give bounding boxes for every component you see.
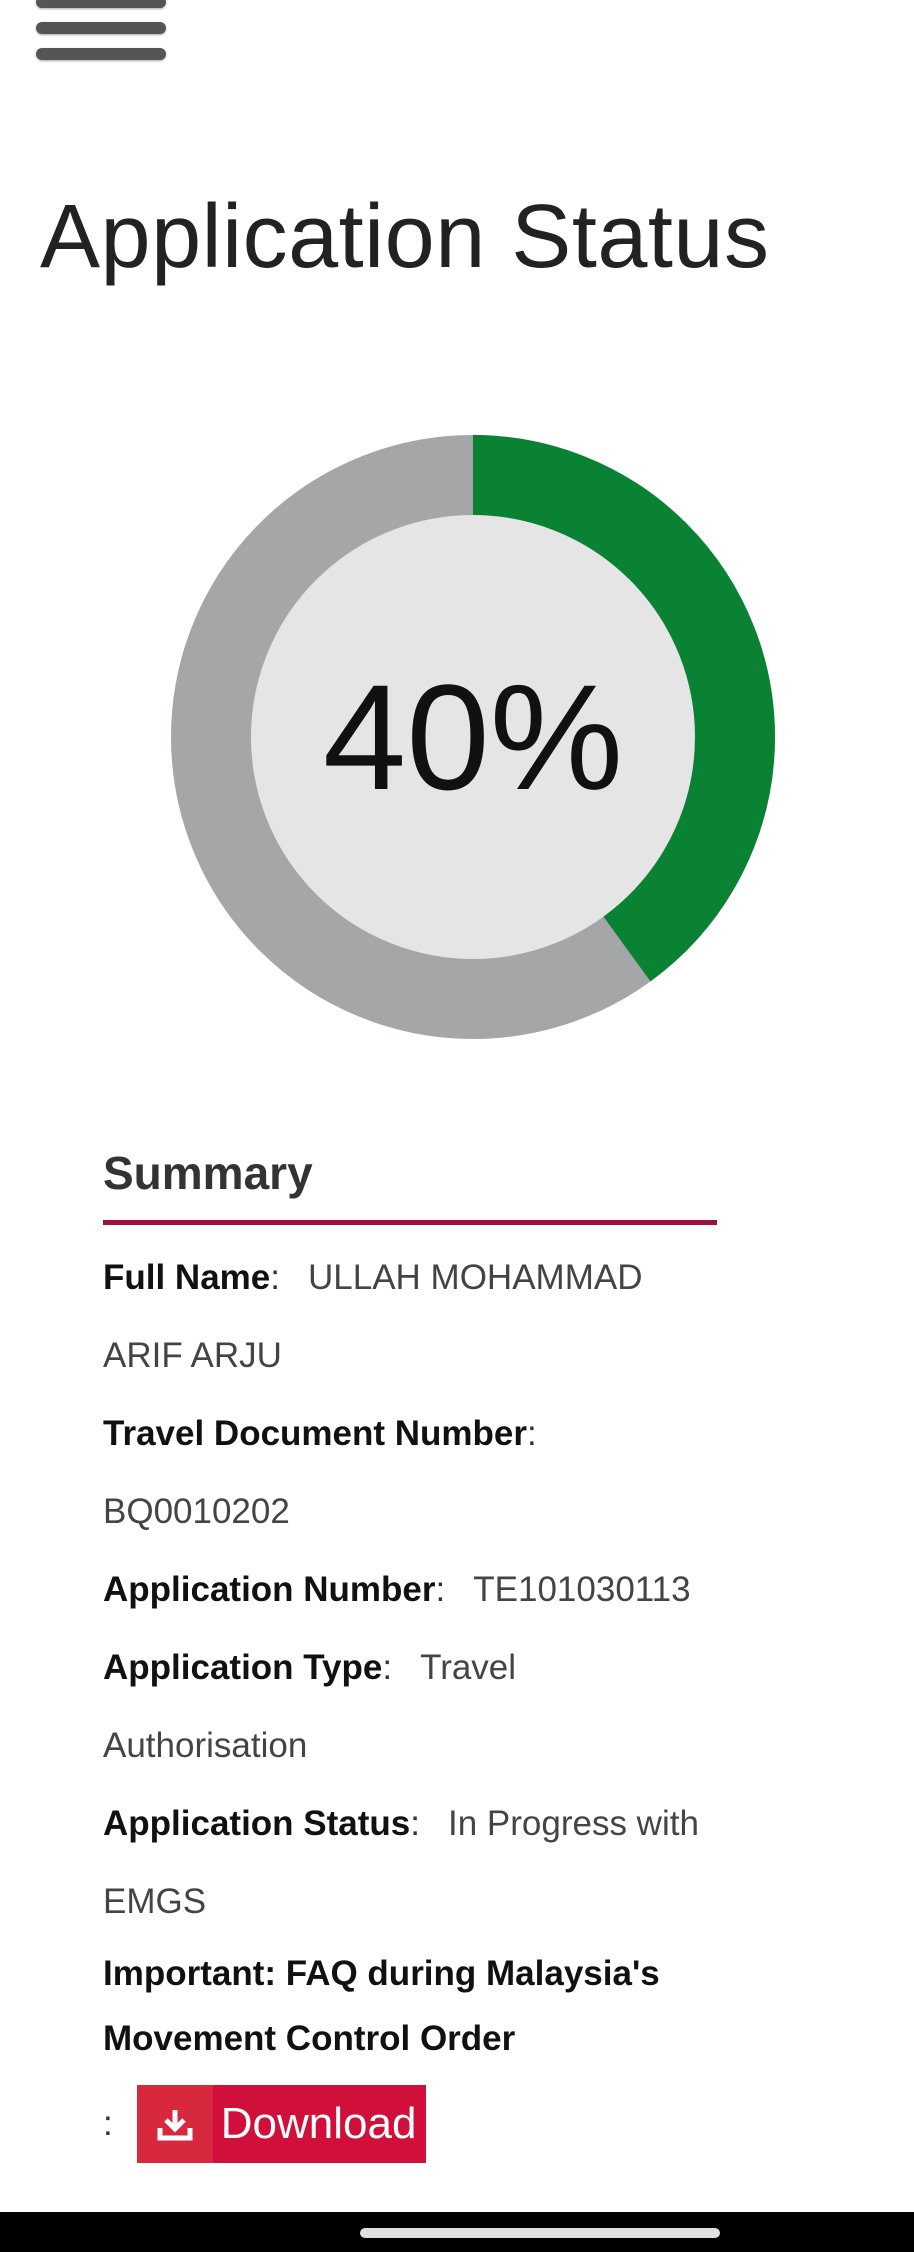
download-button-label: Download (220, 2099, 417, 2148)
page-title: Application Status (40, 187, 770, 287)
download-icon (136, 2085, 213, 2163)
page: Application Status 40% Summary Full Name… (0, 0, 914, 2252)
menu-bar-bottom (36, 48, 166, 60)
colon: : (435, 1570, 446, 1609)
summary-section: Summary Full Name: ULLAH MOHAMMAD ARIF AR… (103, 1150, 717, 2163)
important-notice: Important: FAQ during Malaysia's Movemen… (103, 1941, 717, 2071)
application-type-label: Application Type (103, 1648, 383, 1687)
travel-document-number-label: Travel Document Number (103, 1414, 527, 1453)
application-status-label: Application Status (103, 1804, 411, 1843)
home-indicator[interactable] (360, 2228, 720, 2238)
full-name-field: Full Name: ULLAH MOHAMMAD ARIF ARJU (103, 1239, 717, 1395)
application-number-value: TE101030113 (473, 1570, 691, 1609)
application-number-field: Application Number: TE101030113 (103, 1551, 717, 1629)
menu-bar-top (36, 0, 166, 8)
colon: : (410, 1804, 420, 1843)
application-number-label: Application Number (103, 1570, 436, 1609)
summary-heading: Summary (103, 1150, 717, 1225)
application-status-field: Application Status: In Progress with EMGS (103, 1785, 717, 1941)
colon: : (103, 2104, 113, 2143)
download-row: : Download (103, 2085, 717, 2163)
menu-bar-middle (36, 22, 166, 34)
application-type-field: Application Type: Travel Authorisation (103, 1629, 717, 1785)
full-name-label: Full Name (103, 1258, 271, 1297)
colon: : (382, 1648, 393, 1687)
colon: : (270, 1258, 280, 1297)
system-navigation-bar (0, 2212, 914, 2252)
progress-percent-label: 40% (322, 652, 624, 821)
download-button[interactable]: Download (136, 2085, 427, 2163)
travel-document-number-field: Travel Document Number: BQ0010202 (103, 1395, 717, 1551)
important-notice-line2: Movement Control Order (103, 2019, 516, 2058)
hamburger-menu-icon[interactable] (36, 0, 166, 66)
progress-ring: 40% (168, 432, 778, 1042)
travel-document-number-value: BQ0010202 (103, 1492, 290, 1531)
important-notice-line1: Important: FAQ during Malaysia's (103, 1954, 660, 1993)
colon: : (527, 1414, 537, 1453)
